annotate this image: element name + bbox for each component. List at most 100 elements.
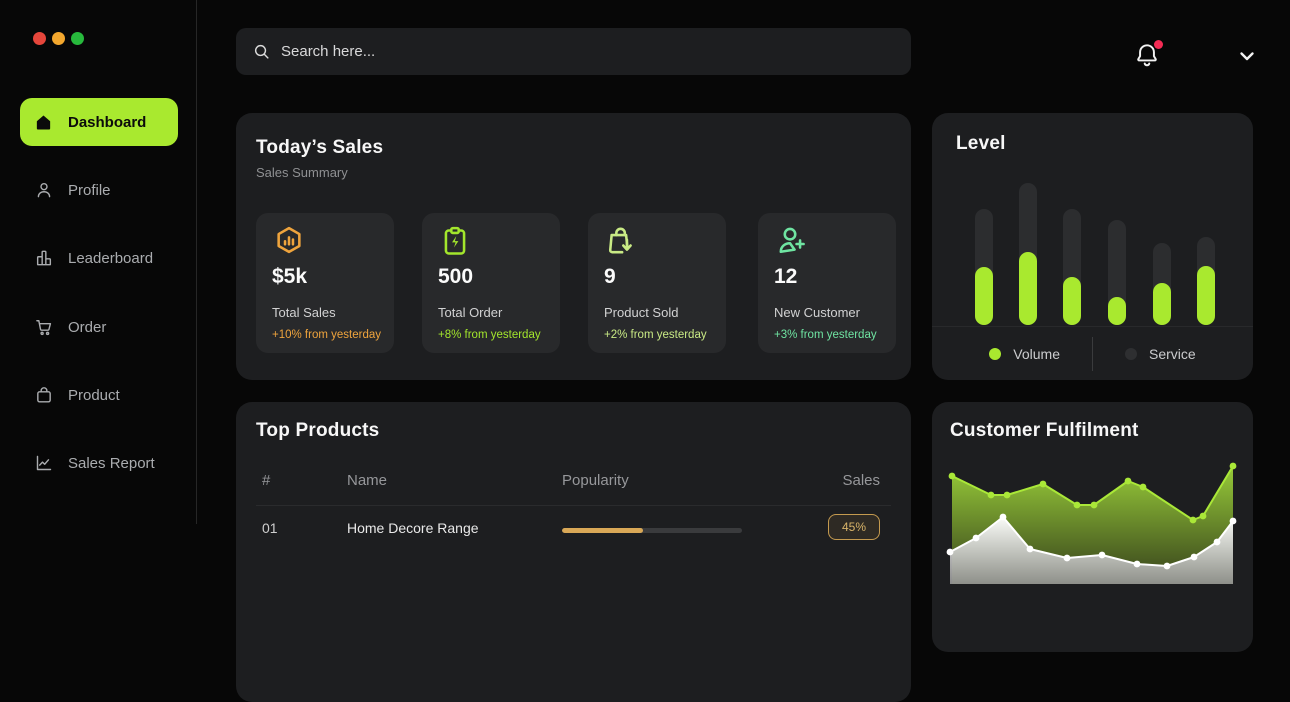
sidebar: Dashboard Profile Leaderboard Order Prod… xyxy=(0,0,197,524)
clipboard-bolt-icon xyxy=(438,224,472,258)
stat-label: Total Sales xyxy=(272,305,336,320)
legend-label: Service xyxy=(1149,346,1196,362)
level-bar-chart xyxy=(932,113,1253,327)
level-card: Level Volume Service xyxy=(932,113,1253,380)
cart-icon xyxy=(34,317,54,337)
stat-delta: +2% from yesterday xyxy=(604,329,707,341)
volume-bar xyxy=(1197,266,1215,325)
volume-dot xyxy=(989,348,1001,360)
hexagon-chart-icon xyxy=(272,224,306,258)
bag-arrow-down-icon xyxy=(604,224,638,258)
table-row: 01 Home Decore Range 45% xyxy=(236,506,911,556)
series-green-point xyxy=(1140,484,1147,491)
col-sales: Sales xyxy=(842,472,880,489)
volume-bar xyxy=(1063,277,1081,325)
volume-bar xyxy=(975,267,993,325)
series-green-point xyxy=(949,473,956,480)
sidebar-item-label: Profile xyxy=(68,182,111,199)
series-green-point xyxy=(1200,513,1207,520)
stat-value: 12 xyxy=(774,265,797,289)
series-green-point xyxy=(1091,502,1098,509)
series-white-point xyxy=(1134,561,1141,568)
volume-bar xyxy=(1153,283,1171,325)
todays-sales-card: Today’s Sales Sales Summary $5k Total Sa… xyxy=(236,113,911,380)
sidebar-item-order[interactable]: Order xyxy=(20,307,192,347)
row-name: Home Decore Range xyxy=(347,520,479,536)
series-white-point xyxy=(1000,514,1007,521)
series-white-point xyxy=(1191,554,1198,561)
volume-bar xyxy=(1108,297,1126,325)
row-sales-badge: 45% xyxy=(828,514,880,540)
legend-label: Volume xyxy=(1013,346,1060,362)
window-minimize-dot[interactable] xyxy=(52,32,65,45)
series-white-point xyxy=(973,535,980,542)
user-icon xyxy=(34,180,54,200)
notification-dot xyxy=(1154,40,1163,49)
sidebar-item-label: Product xyxy=(68,387,120,404)
service-dot xyxy=(1125,348,1137,360)
sidebar-item-sales-report[interactable]: Sales Report xyxy=(20,443,192,483)
top-products-card: Top Products # Name Popularity Sales 01 … xyxy=(236,402,911,702)
row-id: 01 xyxy=(262,520,278,536)
stat-card-total-sales: $5k Total Sales +10% from yesterday xyxy=(256,213,394,353)
legend-divider xyxy=(1092,337,1093,371)
stat-value: $5k xyxy=(272,265,307,289)
user-plus-icon xyxy=(774,224,808,258)
stat-card-new-customer: 12 New Customer +3% from yesterday xyxy=(758,213,896,353)
sidebar-item-leaderboard[interactable]: Leaderboard xyxy=(20,238,192,278)
col-number: # xyxy=(262,472,270,489)
window-zoom-dot[interactable] xyxy=(71,32,84,45)
sidebar-item-product[interactable]: Product xyxy=(20,375,192,415)
series-green-point xyxy=(1230,463,1237,470)
col-popularity: Popularity xyxy=(562,472,629,489)
volume-bar xyxy=(1019,252,1037,325)
customer-fulfilment-card: Customer Fulfilment xyxy=(932,402,1253,652)
stat-value: 9 xyxy=(604,265,616,289)
legend-item-service[interactable]: Service xyxy=(1125,346,1196,362)
stat-delta: +8% from yesterday xyxy=(438,329,541,341)
sidebar-item-label: Sales Report xyxy=(68,455,155,472)
sidebar-item-label: Leaderboard xyxy=(68,250,153,267)
series-green-point xyxy=(1190,517,1197,524)
bag-icon xyxy=(34,385,54,405)
series-white-point xyxy=(1230,518,1237,525)
level-legend: Volume Service xyxy=(932,327,1253,380)
row-popularity-bar xyxy=(562,528,742,533)
series-white-point xyxy=(947,549,954,556)
series-green-point xyxy=(1040,481,1047,488)
notification-bell-icon[interactable] xyxy=(1133,40,1165,72)
series-white-point xyxy=(1214,539,1221,546)
home-icon xyxy=(34,112,54,132)
stat-label: Total Order xyxy=(438,305,502,320)
series-white-point xyxy=(1164,563,1171,570)
series-white-point xyxy=(1099,552,1106,559)
series-green-point xyxy=(988,492,995,499)
customer-fulfilment-title: Customer Fulfilment xyxy=(950,420,1139,442)
stat-card-total-order: 500 Total Order +8% from yesterday xyxy=(422,213,560,353)
stat-label: Product Sold xyxy=(604,305,678,320)
sidebar-item-label: Order xyxy=(68,319,106,336)
line-chart-icon xyxy=(34,453,54,473)
sidebar-item-profile[interactable]: Profile xyxy=(20,170,192,210)
stat-delta: +10% from yesterday xyxy=(272,329,381,341)
top-products-title: Top Products xyxy=(256,420,379,442)
series-white-point xyxy=(1064,555,1071,562)
fulfilment-area-chart xyxy=(932,454,1253,584)
sales-summary-subtitle: Sales Summary xyxy=(256,165,348,180)
sidebar-item-label: Dashboard xyxy=(68,114,146,131)
window-close-dot[interactable] xyxy=(33,32,46,45)
series-green-point xyxy=(1074,502,1081,509)
chevron-down-icon[interactable] xyxy=(1234,44,1260,68)
leaderboard-icon xyxy=(34,248,54,268)
search-bar[interactable] xyxy=(236,28,911,75)
table-header: # Name Popularity Sales xyxy=(236,472,911,496)
stat-card-product-sold: 9 Product Sold +2% from yesterday xyxy=(588,213,726,353)
stat-delta: +3% from yesterday xyxy=(774,329,877,341)
series-white-point xyxy=(1027,546,1034,553)
col-name: Name xyxy=(347,472,387,489)
legend-item-volume[interactable]: Volume xyxy=(989,346,1060,362)
search-input[interactable] xyxy=(281,43,895,60)
stat-value: 500 xyxy=(438,265,473,289)
stat-label: New Customer xyxy=(774,305,860,320)
sidebar-item-dashboard[interactable]: Dashboard xyxy=(20,98,178,146)
